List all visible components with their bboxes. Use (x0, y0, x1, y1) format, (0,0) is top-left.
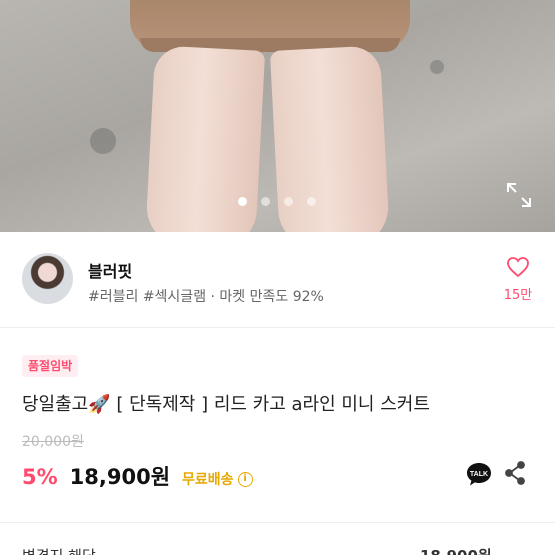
free-shipping-label[interactable]: 무료배송 i (182, 469, 253, 489)
original-price: 20,000원 (22, 434, 84, 450)
like-count: 15만 (503, 288, 533, 303)
carousel-dot[interactable] (238, 197, 247, 206)
share-icon[interactable] (504, 461, 526, 485)
heart-icon (506, 257, 530, 282)
carousel-dot[interactable] (307, 197, 316, 206)
seller-section[interactable]: 블러핏 #러블리 #섹시글램 · 마켓 만족도 92% 15만 (0, 232, 555, 327)
section-divider (0, 522, 555, 523)
shipping-text: 무료배송 (182, 472, 234, 488)
carousel-dot[interactable] (284, 197, 293, 206)
seller-tags: #러블리 #섹시글램 · 마켓 만족도 92% (88, 289, 324, 305)
expand-icon[interactable] (506, 182, 532, 208)
wall-texture (430, 60, 444, 74)
seller-name[interactable]: 블러핏 (88, 258, 132, 282)
like-button[interactable]: 15만 (498, 256, 538, 303)
product-image[interactable] (0, 0, 555, 232)
option-row-price: 18,900원 (420, 545, 492, 555)
carousel-indicator (238, 197, 316, 206)
discount-rate: 5% (22, 465, 58, 489)
option-row-label[interactable]: 변경지 해당 ... (22, 545, 115, 555)
price-row: 5% 18,900원 무료배송 i (22, 461, 253, 491)
talk-chat-button[interactable]: TALK (465, 461, 493, 487)
sale-price: 18,900원 (69, 465, 171, 489)
seller-avatar[interactable] (22, 253, 73, 304)
talk-label: TALK (470, 471, 488, 478)
info-icon[interactable]: i (237, 471, 253, 487)
carousel-dot[interactable] (261, 197, 270, 206)
wall-texture (90, 128, 116, 154)
status-badge: 품절임박 (22, 355, 79, 377)
product-title: 당일출고🚀 [ 단독제작 ] 리드 카고 a라인 미니 스커트 (22, 394, 430, 415)
section-divider (0, 327, 555, 328)
